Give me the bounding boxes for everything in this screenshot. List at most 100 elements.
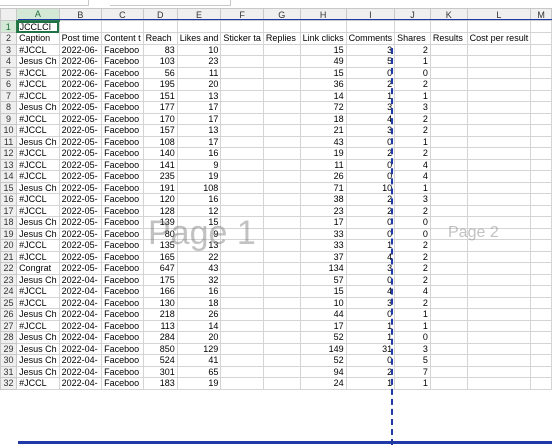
cell[interactable]: Replies xyxy=(262,32,301,45)
cell[interactable] xyxy=(262,78,301,91)
cell[interactable]: Jesus Ch xyxy=(16,135,60,148)
cell[interactable]: 130 xyxy=(142,296,178,309)
cell[interactable] xyxy=(220,204,264,217)
cell[interactable] xyxy=(262,193,301,206)
cell[interactable] xyxy=(429,193,468,206)
row-header[interactable]: 16 xyxy=(0,193,18,206)
cell[interactable] xyxy=(466,124,532,137)
cell[interactable] xyxy=(466,135,532,148)
cell[interactable] xyxy=(262,250,301,263)
row-header[interactable]: 15 xyxy=(0,181,18,194)
cell[interactable]: 177 xyxy=(142,101,178,114)
cell[interactable]: 56 xyxy=(142,66,178,79)
cell[interactable]: 2022-06- xyxy=(58,66,103,79)
cell[interactable]: #JCCL xyxy=(16,239,60,252)
cell[interactable] xyxy=(429,377,468,390)
cell[interactable] xyxy=(220,89,264,102)
cell[interactable]: 2 xyxy=(394,262,431,275)
cell[interactable]: Caption xyxy=(16,32,60,45)
cell[interactable] xyxy=(429,147,468,160)
row-header[interactable]: 12 xyxy=(0,147,18,160)
cell[interactable] xyxy=(466,273,532,286)
cell[interactable]: 0 xyxy=(345,216,396,229)
cell[interactable] xyxy=(429,262,468,275)
cell[interactable]: 1 xyxy=(345,377,396,390)
cell[interactable]: 2022-04- xyxy=(58,319,103,332)
cell[interactable] xyxy=(220,158,264,171)
cell[interactable]: #JCCL xyxy=(16,285,60,298)
cell[interactable] xyxy=(530,135,552,148)
cell[interactable] xyxy=(429,89,468,102)
cell[interactable]: 2022-04- xyxy=(58,296,103,309)
cell[interactable] xyxy=(530,365,552,378)
cell[interactable] xyxy=(429,124,468,137)
page-break-horizontal[interactable] xyxy=(18,441,552,444)
cell[interactable] xyxy=(530,262,552,275)
cell[interactable] xyxy=(429,170,468,183)
cell[interactable] xyxy=(530,78,552,91)
cell[interactable]: Faceboo xyxy=(101,285,144,298)
cell[interactable]: 37 xyxy=(299,250,347,263)
cell[interactable]: 16 xyxy=(176,285,222,298)
row-header[interactable]: 23 xyxy=(0,273,18,286)
cell[interactable] xyxy=(530,354,552,367)
cell[interactable] xyxy=(530,66,552,79)
cell[interactable]: 2022-05- xyxy=(58,216,103,229)
cell[interactable] xyxy=(220,193,264,206)
row-header[interactable]: 10 xyxy=(0,124,18,137)
cell[interactable] xyxy=(530,181,552,194)
cell[interactable]: 2022-04- xyxy=(58,365,103,378)
row-header[interactable]: 32 xyxy=(0,377,18,390)
cell[interactable]: 15 xyxy=(299,285,347,298)
cell[interactable]: 4 xyxy=(394,170,431,183)
cell[interactable] xyxy=(429,331,468,344)
cell[interactable]: 7 xyxy=(394,365,431,378)
cell[interactable] xyxy=(466,193,532,206)
cell[interactable]: Post time xyxy=(58,32,103,45)
cell[interactable]: Faceboo xyxy=(101,342,144,355)
cell[interactable]: 2022-04- xyxy=(58,285,103,298)
cell[interactable]: 0 xyxy=(345,227,396,240)
cell[interactable] xyxy=(220,227,264,240)
cell[interactable]: 1 xyxy=(394,377,431,390)
cell[interactable]: 4 xyxy=(345,112,396,125)
cell[interactable]: 14 xyxy=(176,319,222,332)
cell[interactable]: 14 xyxy=(299,89,347,102)
cell[interactable]: 15 xyxy=(176,216,222,229)
cell[interactable]: Jesus Ch xyxy=(16,308,60,321)
cell[interactable]: 1 xyxy=(394,55,431,68)
cell[interactable] xyxy=(220,147,264,160)
cell[interactable]: Faceboo xyxy=(101,239,144,252)
cell[interactable]: 524 xyxy=(142,354,178,367)
cell[interactable] xyxy=(530,20,552,33)
cell[interactable]: #JCCL xyxy=(16,112,60,125)
cell[interactable] xyxy=(262,296,301,309)
cell[interactable]: 23 xyxy=(176,55,222,68)
cell[interactable]: 1 xyxy=(345,331,396,344)
cell[interactable]: 33 xyxy=(299,227,347,240)
cell[interactable]: 170 xyxy=(142,112,178,125)
cell[interactable] xyxy=(220,239,264,252)
cell[interactable]: 11 xyxy=(299,158,347,171)
cell[interactable] xyxy=(262,285,301,298)
cell[interactable]: Faceboo xyxy=(101,227,144,240)
cell[interactable]: 19 xyxy=(299,147,347,160)
cell[interactable]: 9 xyxy=(176,227,222,240)
cell[interactable] xyxy=(530,170,552,183)
row-header[interactable]: 4 xyxy=(0,55,18,68)
cell[interactable]: 175 xyxy=(142,273,178,286)
cell[interactable] xyxy=(466,285,532,298)
cell[interactable] xyxy=(262,227,301,240)
cell[interactable]: Faceboo xyxy=(101,250,144,263)
cell[interactable]: 3 xyxy=(394,342,431,355)
cell[interactable]: 647 xyxy=(142,262,178,275)
cell[interactable]: 2 xyxy=(394,204,431,217)
cell[interactable] xyxy=(220,250,264,263)
cell[interactable]: 2022-05- xyxy=(58,204,103,217)
cell[interactable]: 2 xyxy=(345,147,396,160)
cell[interactable]: 9 xyxy=(176,158,222,171)
cell[interactable] xyxy=(220,296,264,309)
cell[interactable]: Faceboo xyxy=(101,66,144,79)
cell[interactable]: 4 xyxy=(345,285,396,298)
row-header[interactable]: 8 xyxy=(0,101,18,114)
